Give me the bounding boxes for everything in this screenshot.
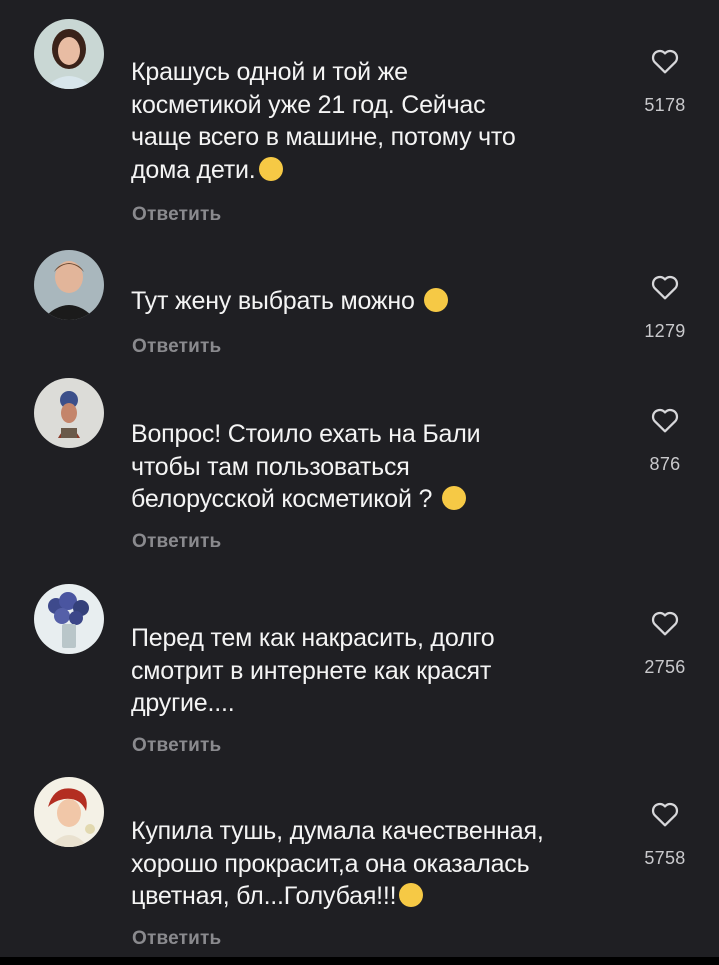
avatar[interactable] [34,250,104,320]
like-count: 1279 [644,321,686,341]
comment-text: Перед тем как накрасить, долго смотрит в… [131,624,495,717]
comment-text: Тут жену выбрать можно [131,285,601,318]
comment-text: Купила тушь, думала качественная, хорошо… [131,817,544,910]
like-button[interactable]: 2756 [640,607,690,678]
heart-icon [651,49,679,74]
heart-icon [651,802,679,827]
avatar[interactable] [34,777,104,847]
avatar[interactable] [34,584,104,654]
tears-of-joy-emoji [258,156,283,181]
like-button[interactable]: 1279 [640,271,690,342]
comment-text: Крашусь одной и той же косметикой уже 21… [131,58,516,184]
heart-icon [651,611,679,636]
like-count: 5178 [644,95,686,115]
like-count: 2756 [644,657,686,677]
reply-button[interactable]: Ответить [132,336,221,358]
avatar[interactable] [34,378,104,448]
avatar[interactable] [34,19,104,89]
like-button[interactable]: 5758 [640,798,690,869]
like-button[interactable]: 5178 [640,45,690,116]
like-button[interactable]: 876 [640,404,690,475]
reply-button[interactable]: Ответить [132,928,221,950]
eye-roll-emoji [441,486,466,510]
reply-button[interactable]: Ответить [132,204,221,226]
tears-of-joy-emoji [424,288,449,312]
bottom-edge [0,957,719,965]
reply-button[interactable]: Ответить [132,531,221,553]
sweat-smile-emoji [399,883,424,907]
like-count: 5758 [644,848,686,868]
comment-text: Вопрос! Стоило ехать на Бали чтобы там п… [131,420,481,513]
like-count: 876 [649,454,681,474]
heart-icon [651,275,679,300]
heart-icon [651,408,679,433]
reply-button[interactable]: Ответить [132,735,221,757]
